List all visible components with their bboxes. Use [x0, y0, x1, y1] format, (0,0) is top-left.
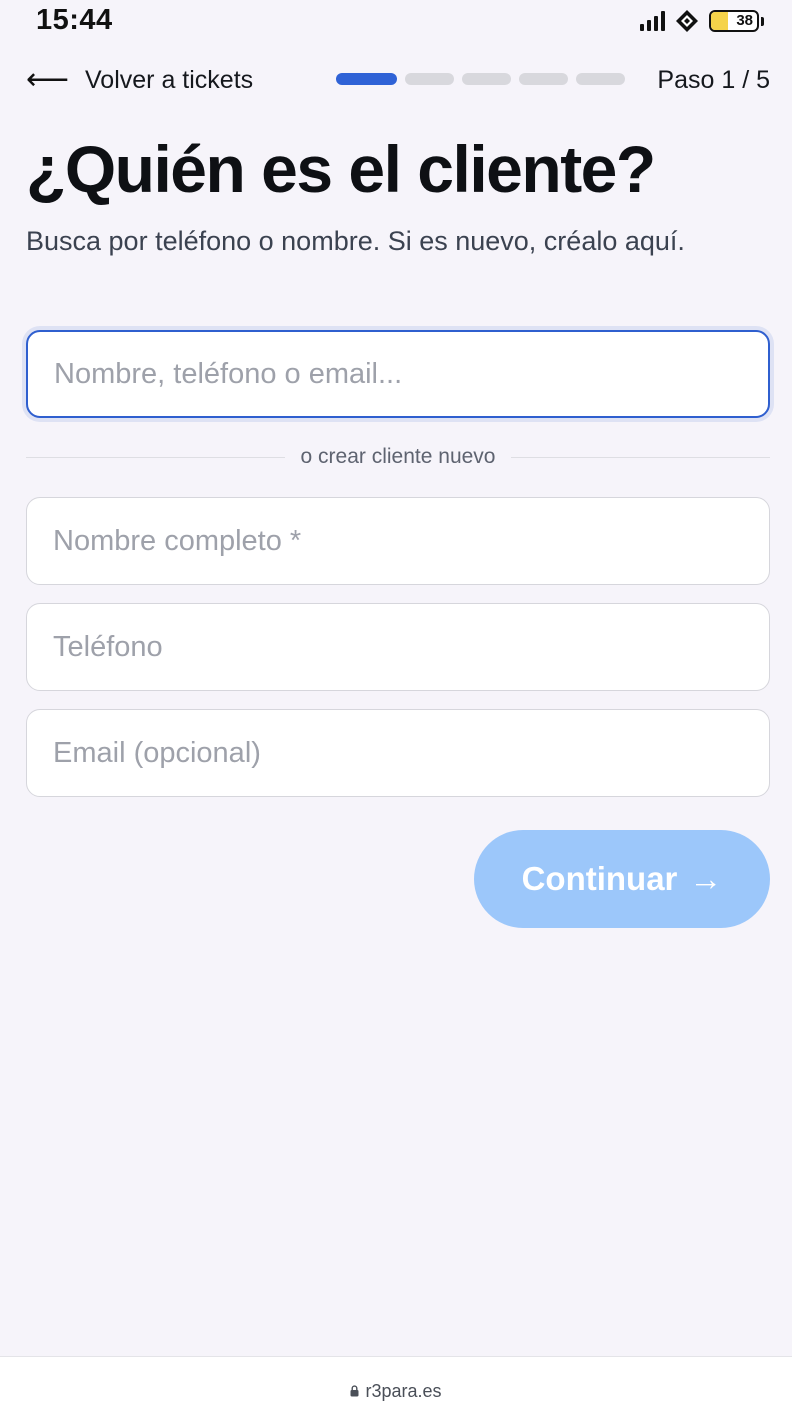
- divider-line-left: [26, 456, 285, 458]
- progress-step-4: [519, 73, 568, 85]
- step-label: Paso 1 / 5: [657, 66, 770, 94]
- continue-button[interactable]: Continuar →: [474, 830, 770, 928]
- battery-tip: [761, 16, 764, 26]
- progress-step-1: [336, 73, 397, 85]
- lock-icon: [350, 1384, 359, 1396]
- client-search-input[interactable]: [26, 330, 770, 418]
- arrow-right-icon: →: [689, 860, 723, 897]
- page-url: r3para.es: [365, 1381, 442, 1401]
- progress-step-3: [462, 73, 511, 85]
- network-icon: [676, 10, 698, 32]
- top-nav: ⟵ Volver a tickets Paso 1 / 5: [26, 60, 770, 100]
- back-arrow-icon: ⟵: [26, 63, 70, 96]
- email-field[interactable]: [26, 709, 770, 797]
- browser-url-bar[interactable]: r3para.es: [0, 1356, 792, 1426]
- progress-step-5: [576, 73, 625, 85]
- page-subtitle: Busca por teléfono o nombre. Si es nuevo…: [26, 226, 685, 256]
- status-bar: 15:44 38: [0, 0, 792, 44]
- back-label: Volver a tickets: [85, 66, 254, 94]
- page-title: ¿Quién es el cliente?: [26, 132, 656, 206]
- status-icons: 38: [640, 8, 764, 34]
- divider-label: o crear cliente nuevo: [300, 445, 496, 468]
- back-to-tickets-link[interactable]: ⟵ Volver a tickets: [26, 60, 253, 100]
- battery-level: 38: [736, 12, 753, 29]
- divider-line-right: [511, 456, 771, 458]
- battery-fill: [711, 12, 729, 30]
- full-name-field[interactable]: [26, 497, 770, 585]
- create-new-divider: o crear cliente nuevo: [26, 444, 771, 470]
- signal-icon: [640, 11, 665, 31]
- phone-field[interactable]: [26, 603, 770, 691]
- new-ticket-client-step: 15:44 38 ⟵ Volver a tickets Paso 1 / 5 ¿…: [0, 0, 792, 1426]
- progress-step-2: [405, 73, 454, 85]
- status-time: 15:44: [36, 4, 113, 36]
- step-progress-indicator: [336, 73, 625, 85]
- battery-icon: 38: [709, 10, 759, 32]
- continue-label: Continuar: [521, 860, 678, 897]
